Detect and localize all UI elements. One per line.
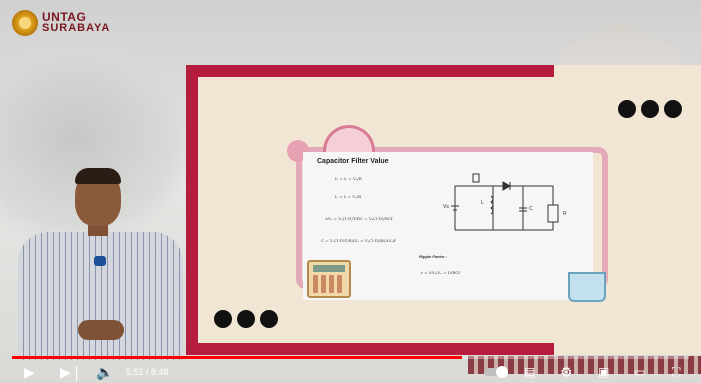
ripple-formula: r = ΔVₒ/Vₒ = D/RCf <box>421 270 460 275</box>
fullscreen-icon[interactable]: ⛶ <box>672 364 680 380</box>
volume-icon[interactable]: 🔈 <box>96 364 113 380</box>
formula-line: ΔVₒ = Vₒ(1-D)T/RC = Vₒ(1-D)/RCf <box>325 216 393 221</box>
slide-frame-bottom <box>186 343 554 355</box>
dot <box>214 310 232 328</box>
formula-line: C = Vₒ(1-D)T/RΔVₒ = Vₒ(1-D)/R(ΔVₒ)f <box>321 238 396 243</box>
channel-logo: UNTAG SURABAYA <box>12 10 110 36</box>
decorative-dots-bottom <box>214 310 278 328</box>
slide-frame-top <box>186 65 554 77</box>
progress-fill <box>12 356 462 359</box>
boost-converter-circuit-icon: Vs L C R <box>443 173 567 231</box>
slide-frame-left <box>186 65 198 355</box>
circuit-label: Vs <box>443 204 449 210</box>
formula-line: Iᵣ = Iₗ = Vₒ/R <box>335 194 362 199</box>
play-icon[interactable]: ▶ <box>24 364 35 380</box>
formula-line: I₂ = Iᵣ = Vₒ/R <box>335 176 362 181</box>
card-title: Capacitor Filter Value <box>317 158 389 165</box>
presenter <box>18 168 183 360</box>
time-display: 5:51 / 8:48 <box>126 367 169 377</box>
circuit-label: L <box>481 200 484 206</box>
microphone-icon <box>94 256 106 266</box>
current-time: 5:51 <box>126 367 144 377</box>
miniplayer-icon[interactable]: ▣ <box>598 364 609 380</box>
theater-icon[interactable]: ▭ <box>634 364 645 380</box>
calculator-icon <box>307 260 351 298</box>
dot <box>664 100 682 118</box>
subtitles-icon[interactable]: ▤ <box>524 364 535 380</box>
circuit-label: R <box>563 211 567 217</box>
basket-icon <box>568 272 606 302</box>
circuit-label: C <box>529 206 533 212</box>
dot <box>641 100 659 118</box>
video-player[interactable]: UNTAG SURABAYA Capacitor Filter Value I₂… <box>0 0 701 383</box>
logo-subtitle: SURABAYA <box>42 22 111 34</box>
progress-bar[interactable] <box>12 356 689 359</box>
total-time: 8:48 <box>151 367 169 377</box>
player-controls: ▶ ▶❘ 🔈 5:51 / 8:48 ▤ ⚙ ▣ ▭ ⛶ <box>0 356 701 383</box>
university-emblem-icon <box>12 10 38 36</box>
next-icon[interactable]: ▶❘ <box>60 364 83 380</box>
autoplay-toggle[interactable] <box>484 366 508 378</box>
dot <box>260 310 278 328</box>
settings-icon[interactable]: ⚙ <box>560 364 573 380</box>
dot <box>618 100 636 118</box>
decorative-dots-top <box>618 100 682 118</box>
ripple-factor-title: Ripple Factor : <box>419 254 448 259</box>
dot <box>237 310 255 328</box>
